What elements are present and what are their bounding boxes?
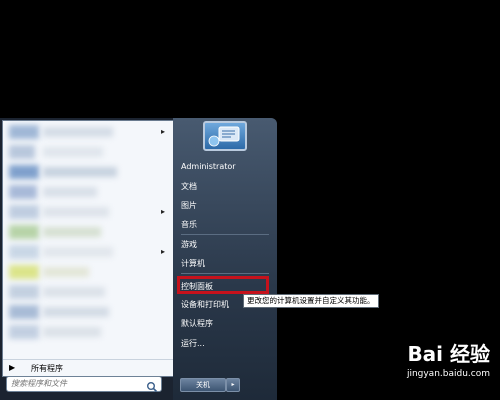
program-item[interactable] <box>3 223 173 241</box>
submenu-arrow-icon: ▸ <box>160 207 165 216</box>
documents-link[interactable]: 文档 <box>181 181 197 192</box>
search-box[interactable] <box>6 376 162 393</box>
default-programs-link[interactable]: 默认程序 <box>181 318 213 329</box>
submenu-arrow-icon: ▸ <box>160 127 165 136</box>
pictures-link[interactable]: 图片 <box>181 200 197 211</box>
watermark-logo: Bai 经验 <box>407 342 490 366</box>
all-programs-button[interactable]: ▶ 所有程序 <box>3 359 173 376</box>
program-item[interactable]: ▸ <box>3 123 173 141</box>
computer-link[interactable]: 计算机 <box>181 258 205 269</box>
program-item[interactable]: ▸ <box>3 243 173 261</box>
devices-printers-link[interactable]: 设备和打印机 <box>181 299 229 310</box>
control-panel-tooltip: 更改您的计算机设置并自定义其功能。 <box>243 294 379 308</box>
shutdown-button[interactable]: 关机 <box>180 378 226 392</box>
start-menu: ▸ ▸ ▸ ▶ 所有程序 搜索程序和文件 Administrator 文档 图片… <box>0 118 277 400</box>
program-item[interactable] <box>3 283 173 301</box>
user-name-link[interactable]: Administrator <box>181 162 236 171</box>
right-pane: Administrator 文档 图片 音乐 游戏 计算机 控制面板 设备和打印… <box>173 118 277 400</box>
program-list-pane: ▸ ▸ ▸ ▶ 所有程序 <box>2 120 174 377</box>
program-item[interactable] <box>3 303 173 321</box>
user-avatar[interactable] <box>203 121 247 151</box>
search-input[interactable] <box>11 377 137 390</box>
music-link[interactable]: 音乐 <box>181 219 197 230</box>
triangle-right-icon: ▶ <box>9 363 16 372</box>
submenu-arrow-icon: ▸ <box>160 247 165 256</box>
run-link[interactable]: 运行... <box>181 338 205 349</box>
all-programs-label: 所有程序 <box>31 364 63 373</box>
search-icon[interactable] <box>145 378 159 393</box>
program-item[interactable] <box>3 143 173 161</box>
watermark-url: jingyan.baidu.com <box>406 369 490 379</box>
watermark: Bai 经验 jingyan.baidu.com <box>407 338 490 379</box>
program-item[interactable] <box>3 323 173 341</box>
program-item[interactable] <box>3 163 173 181</box>
control-panel-highlight <box>177 276 269 294</box>
games-link[interactable]: 游戏 <box>181 239 197 250</box>
program-item[interactable] <box>3 263 173 281</box>
divider <box>181 273 269 274</box>
divider <box>181 234 269 235</box>
program-item[interactable] <box>3 183 173 201</box>
shutdown-options-button[interactable]: ▸ <box>226 378 240 392</box>
program-item[interactable]: ▸ <box>3 203 173 221</box>
